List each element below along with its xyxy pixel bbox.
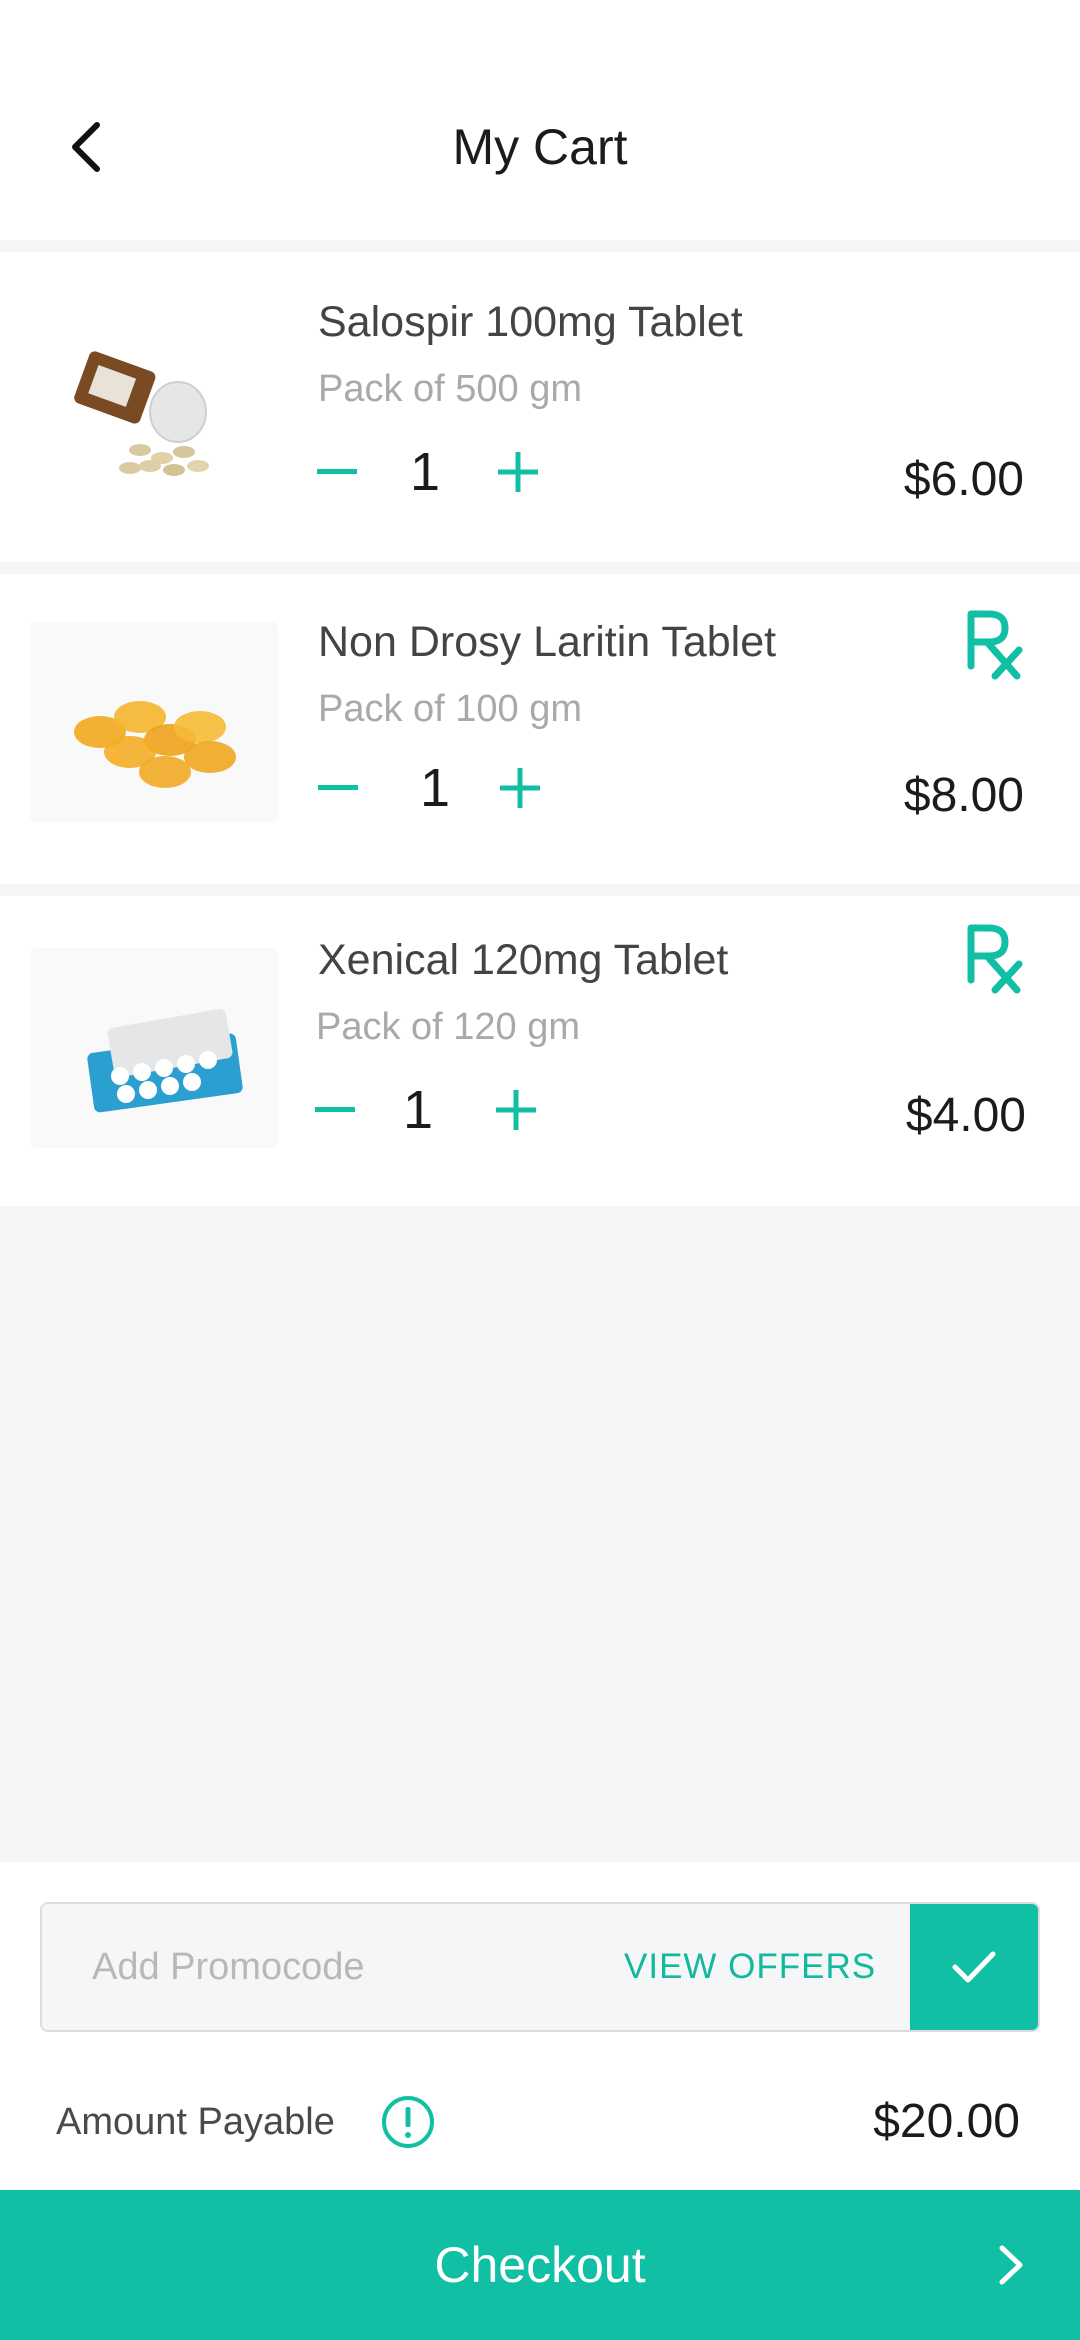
item-name: Non Drosy Laritin Tablet <box>318 618 777 666</box>
minus-icon <box>317 469 357 474</box>
cart-item: Salospir 100mg Tablet Pack of 500 gm 1 $… <box>0 252 1080 562</box>
info-icon[interactable] <box>380 2094 436 2150</box>
plus-icon <box>498 452 538 492</box>
product-image <box>30 948 278 1148</box>
item-price: $8.00 <box>903 769 1024 822</box>
prescription-rx-icon <box>967 924 1023 994</box>
item-pack-size: Pack of 500 gm <box>318 368 583 410</box>
checkout-label: Checkout <box>434 2237 646 2293</box>
promocode-box: VIEW OFFERS <box>40 1902 1040 2032</box>
prescription-rx-icon <box>967 610 1023 680</box>
checkout-panel: VIEW OFFERS Amount Payable $20.00 Checko… <box>0 1862 1080 2340</box>
decrease-quantity-button[interactable] <box>305 1080 365 1140</box>
minus-icon <box>315 1107 355 1112</box>
item-pack-size: Pack of 100 gm <box>318 688 583 730</box>
cart-item: Non Drosy Laritin Tablet Pack of 100 gm … <box>0 574 1080 884</box>
increase-quantity-button[interactable] <box>488 442 548 502</box>
amount-payable-label: Amount Payable <box>56 2101 335 2143</box>
quantity-value: 1 <box>402 1080 434 1140</box>
cart-item: Xenical 120mg Tablet Pack of 120 gm 1 $4… <box>0 896 1080 1206</box>
amount-payable-value: $20.00 <box>873 2095 1020 2148</box>
promocode-input[interactable] <box>92 1904 592 2030</box>
view-offers-link[interactable]: VIEW OFFERS <box>624 1904 876 2030</box>
page-title: My Cart <box>452 119 628 175</box>
quantity-value: 1 <box>409 442 441 502</box>
apply-promocode-button[interactable] <box>910 1904 1038 2030</box>
decrease-quantity-button[interactable] <box>308 758 368 818</box>
item-price: $6.00 <box>903 453 1024 506</box>
header: My Cart <box>0 0 1080 240</box>
chevron-right-icon <box>999 2245 1023 2285</box>
plus-icon <box>500 768 540 808</box>
checkout-button[interactable]: Checkout <box>0 2190 1080 2340</box>
product-image <box>30 300 278 500</box>
increase-quantity-button[interactable] <box>486 1080 546 1140</box>
item-price: $4.00 <box>905 1089 1026 1142</box>
plus-icon <box>496 1090 536 1130</box>
quantity-value: 1 <box>419 758 451 818</box>
item-pack-size: Pack of 120 gm <box>316 1006 581 1048</box>
item-name: Salospir 100mg Tablet <box>318 298 743 346</box>
checkmark-icon <box>952 1951 996 1983</box>
increase-quantity-button[interactable] <box>490 758 550 818</box>
decrease-quantity-button[interactable] <box>307 442 367 502</box>
cart-screen: My Cart Salospir 100mg Tablet Pack of 50… <box>0 0 1080 2340</box>
product-image <box>30 622 278 822</box>
item-name: Xenical 120mg Tablet <box>318 936 729 984</box>
minus-icon <box>318 785 358 790</box>
